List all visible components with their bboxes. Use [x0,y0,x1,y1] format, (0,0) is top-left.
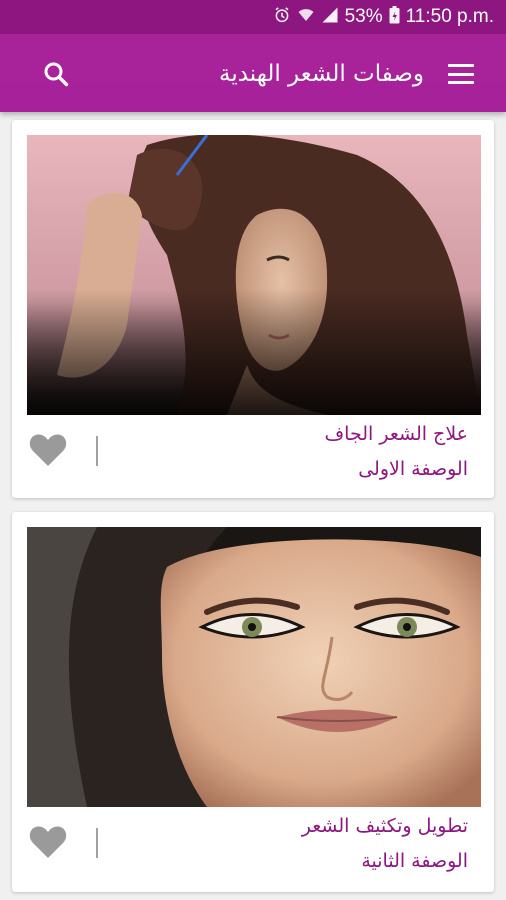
search-icon [44,62,69,87]
recipe-photo [27,527,481,807]
recipe-subtitle: الوصفة الاولى [358,458,468,480]
alarm-icon [273,6,291,28]
clock-time: 11:50 p.m. [405,6,494,27]
heart-icon [29,826,67,858]
battery-icon [389,6,400,28]
wifi-icon [297,6,315,28]
app-bar: وصفات الشعر الهندية [0,34,506,112]
page-title: وصفات الشعر الهندية [218,61,424,87]
status-bar: 53% 11:50 p.m. [0,0,506,34]
card-divider [96,436,98,466]
signal-icon [321,6,339,28]
menu-icon-bar [448,81,474,84]
search-button[interactable] [38,56,74,92]
menu-icon-bar [448,72,474,76]
recipe-title[interactable]: تطويل وتكثيف الشعر [302,815,468,837]
recipe-subtitle: الوصفة الثانية [361,850,468,872]
favorite-button[interactable] [28,824,68,860]
recipe-photo [27,135,481,415]
recipe-card[interactable]: علاج الشعر الجاف الوصفة الاولى [12,120,494,498]
menu-icon-bar [448,64,474,67]
recipe-feed[interactable]: علاج الشعر الجاف الوصفة الاولى تطويل وتك… [0,112,506,900]
recipe-card[interactable]: تطويل وتكثيف الشعر الوصفة الثانية [12,512,494,892]
card-divider [96,828,98,858]
battery-percent: 53% [344,6,383,27]
heart-icon [29,434,67,466]
menu-button[interactable] [446,60,476,88]
recipe-title[interactable]: علاج الشعر الجاف [324,423,468,445]
favorite-button[interactable] [28,432,68,468]
